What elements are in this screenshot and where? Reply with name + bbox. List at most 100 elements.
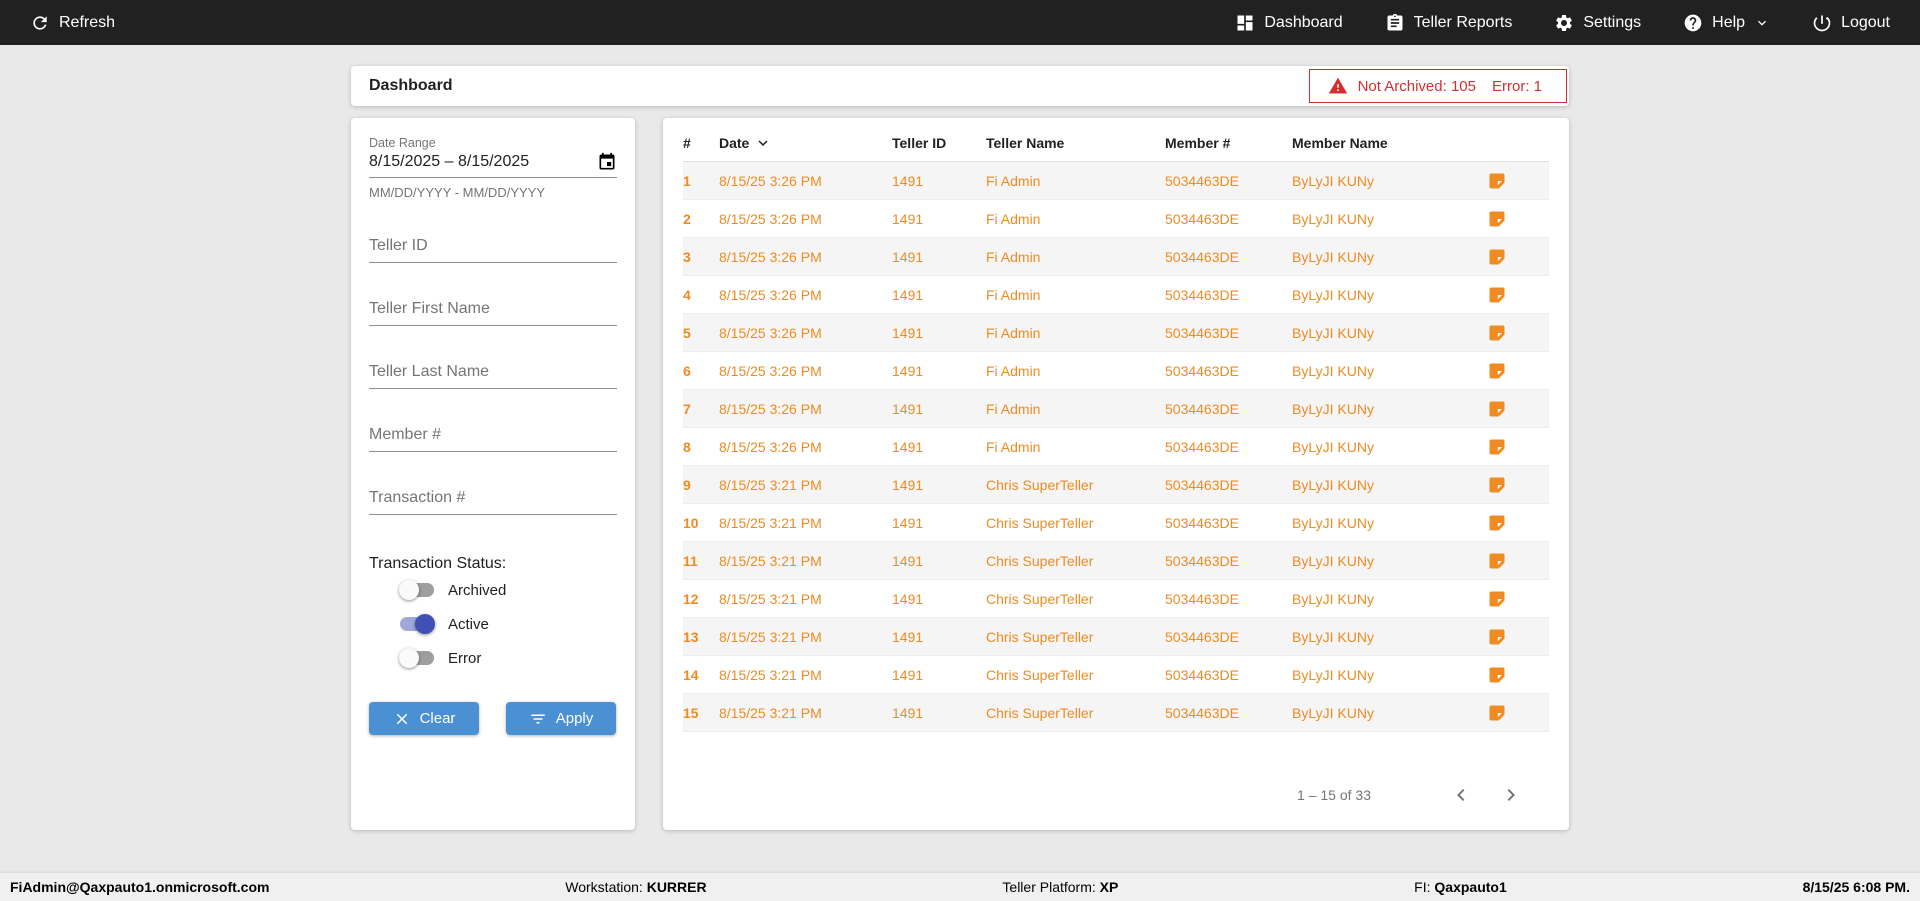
note-icon	[1489, 325, 1505, 340]
column-header-num[interactable]: #	[683, 135, 719, 151]
cell-date: 8/15/25 3:26 PM	[719, 286, 822, 303]
column-header-member-name[interactable]: Member Name	[1292, 135, 1473, 151]
sort-desc-icon	[758, 139, 768, 146]
cell-member_num: 5034463DE	[1165, 552, 1239, 569]
table-row[interactable]: 9 8/15/25 3:21 PM 1491 Chris SuperTeller 503…	[683, 466, 1549, 504]
chevron-left-icon	[1457, 789, 1465, 801]
row-note-button[interactable]	[1487, 247, 1549, 267]
cell-member_num: 5034463DE	[1165, 400, 1239, 417]
active-switch[interactable]	[399, 614, 435, 634]
next-page-button[interactable]	[1499, 783, 1523, 807]
cell-member_num: 5034463DE	[1165, 362, 1239, 379]
column-header-teller-name[interactable]: Teller Name	[986, 135, 1165, 151]
cell-member_name: ByLyJI KUNy	[1292, 172, 1374, 189]
prev-page-button[interactable]	[1449, 783, 1473, 807]
teller-id-input[interactable]	[369, 237, 617, 263]
transaction-number-input[interactable]	[369, 489, 617, 515]
member-number-input[interactable]	[369, 426, 617, 452]
nav-dashboard[interactable]: Dashboard	[1235, 13, 1343, 33]
cell-teller_name: Chris SuperTeller	[986, 552, 1094, 569]
cell-teller_id: 1491	[892, 324, 924, 341]
cell-num: 4	[683, 286, 691, 303]
row-note-button[interactable]	[1487, 323, 1549, 343]
toggle-archived[interactable]: Archived	[399, 573, 617, 607]
toggle-active[interactable]: Active	[399, 607, 617, 641]
nav-settings[interactable]: Settings	[1554, 13, 1641, 33]
cell-teller_id: 1491	[892, 210, 924, 227]
error-switch[interactable]	[399, 648, 435, 668]
row-note-button[interactable]	[1487, 361, 1549, 381]
cell-num: 5	[683, 324, 691, 341]
table-row[interactable]: 8 8/15/25 3:26 PM 1491 Fi Admin 5034463DE ByL…	[683, 428, 1549, 466]
table-row[interactable]: 12 8/15/25 3:21 PM 1491 Chris SuperTeller 50…	[683, 580, 1549, 618]
table-row[interactable]: 7 8/15/25 3:26 PM 1491 Fi Admin 5034463DE ByL…	[683, 390, 1549, 428]
calendar-icon	[599, 152, 615, 170]
row-note-button[interactable]	[1487, 703, 1549, 723]
cell-date: 8/15/25 3:26 PM	[719, 248, 822, 265]
cell-date: 8/15/25 3:26 PM	[719, 362, 822, 379]
row-note-button[interactable]	[1487, 285, 1549, 305]
table-row[interactable]: 13 8/15/25 3:21 PM 1491 Chris SuperTeller 50…	[683, 618, 1549, 656]
note-icon	[1489, 401, 1505, 416]
cell-member_num: 5034463DE	[1165, 438, 1239, 455]
nav-logout[interactable]: Logout	[1812, 13, 1890, 33]
table-row[interactable]: 1 8/15/25 3:26 PM 1491 Fi Admin 5034463DE ByL…	[683, 162, 1549, 200]
archived-switch[interactable]	[399, 580, 435, 600]
cell-teller_id: 1491	[892, 438, 924, 455]
cell-teller_id: 1491	[892, 248, 924, 265]
column-header-member-num[interactable]: Member #	[1165, 135, 1292, 151]
refresh-button[interactable]: Refresh	[30, 13, 115, 33]
column-header-date[interactable]: Date	[719, 134, 892, 152]
nav-help[interactable]: Help	[1683, 13, 1770, 33]
column-header-teller-id[interactable]: Teller ID	[892, 135, 986, 151]
cell-num: 8	[683, 438, 691, 455]
row-note-button[interactable]	[1487, 665, 1549, 685]
cell-teller_name: Fi Admin	[986, 324, 1041, 341]
nav-help-label: Help	[1712, 13, 1746, 31]
cell-member_name: ByLyJI KUNy	[1292, 400, 1374, 417]
table-row[interactable]: 15 8/15/25 3:21 PM 1491 Chris SuperTeller 50…	[683, 694, 1549, 732]
cell-teller_id: 1491	[892, 286, 924, 303]
table-row[interactable]: 10 8/15/25 3:21 PM 1491 Chris SuperTeller 50…	[683, 504, 1549, 542]
clear-button[interactable]: Clear	[369, 702, 479, 735]
table-row[interactable]: 3 8/15/25 3:26 PM 1491 Fi Admin 5034463DE ByL…	[683, 238, 1549, 276]
date-range-input[interactable]	[369, 153, 597, 171]
help-icon	[1684, 14, 1702, 31]
cell-member_num: 5034463DE	[1165, 210, 1239, 227]
cell-teller_name: Chris SuperTeller	[986, 628, 1094, 645]
cell-date: 8/15/25 3:21 PM	[719, 704, 822, 721]
row-note-button[interactable]	[1487, 513, 1549, 533]
teller-first-name-input[interactable]	[369, 300, 617, 326]
table-row[interactable]: 4 8/15/25 3:26 PM 1491 Fi Admin 5034463DE ByL…	[683, 276, 1549, 314]
apply-button[interactable]: Apply	[506, 702, 616, 735]
row-note-button[interactable]	[1487, 437, 1549, 457]
row-note-button[interactable]	[1487, 551, 1549, 571]
row-note-button[interactable]	[1487, 627, 1549, 647]
table-row[interactable]: 6 8/15/25 3:26 PM 1491 Fi Admin 5034463DE ByL…	[683, 352, 1549, 390]
pagination: 1 – 15 of 33	[683, 760, 1549, 830]
status-alert-badge[interactable]: Not Archived: 105 Error: 1	[1308, 69, 1567, 103]
table-row[interactable]: 14 8/15/25 3:21 PM 1491 Chris SuperTeller 50…	[683, 656, 1549, 694]
toggle-error[interactable]: Error	[399, 641, 617, 675]
calendar-button[interactable]	[597, 152, 617, 172]
row-note-button[interactable]	[1487, 399, 1549, 419]
row-note-button[interactable]	[1487, 209, 1549, 229]
reports-icon	[1387, 13, 1403, 31]
teller-last-name-input[interactable]	[369, 363, 617, 389]
cell-teller_id: 1491	[892, 590, 924, 607]
cell-member_name: ByLyJI KUNy	[1292, 590, 1374, 607]
cell-teller_id: 1491	[892, 704, 924, 721]
table-row[interactable]: 5 8/15/25 3:26 PM 1491 Fi Admin 5034463DE ByL…	[683, 314, 1549, 352]
cell-date: 8/15/25 3:26 PM	[719, 172, 822, 189]
row-note-button[interactable]	[1487, 171, 1549, 191]
row-note-button[interactable]	[1487, 589, 1549, 609]
row-note-button[interactable]	[1487, 475, 1549, 495]
refresh-icon	[33, 15, 47, 30]
cell-teller_name: Fi Admin	[986, 210, 1041, 227]
date-format-hint: MM/DD/YYYY - MM/DD/YYYY	[369, 185, 546, 200]
cell-date: 8/15/25 3:21 PM	[719, 476, 822, 493]
table-row[interactable]: 11 8/15/25 3:21 PM 1491 Chris SuperTeller 50…	[683, 542, 1549, 580]
table-row[interactable]: 2 8/15/25 3:26 PM 1491 Fi Admin 5034463DE ByL…	[683, 200, 1549, 238]
note-icon	[1489, 287, 1505, 302]
nav-teller-reports[interactable]: Teller Reports	[1385, 13, 1512, 33]
